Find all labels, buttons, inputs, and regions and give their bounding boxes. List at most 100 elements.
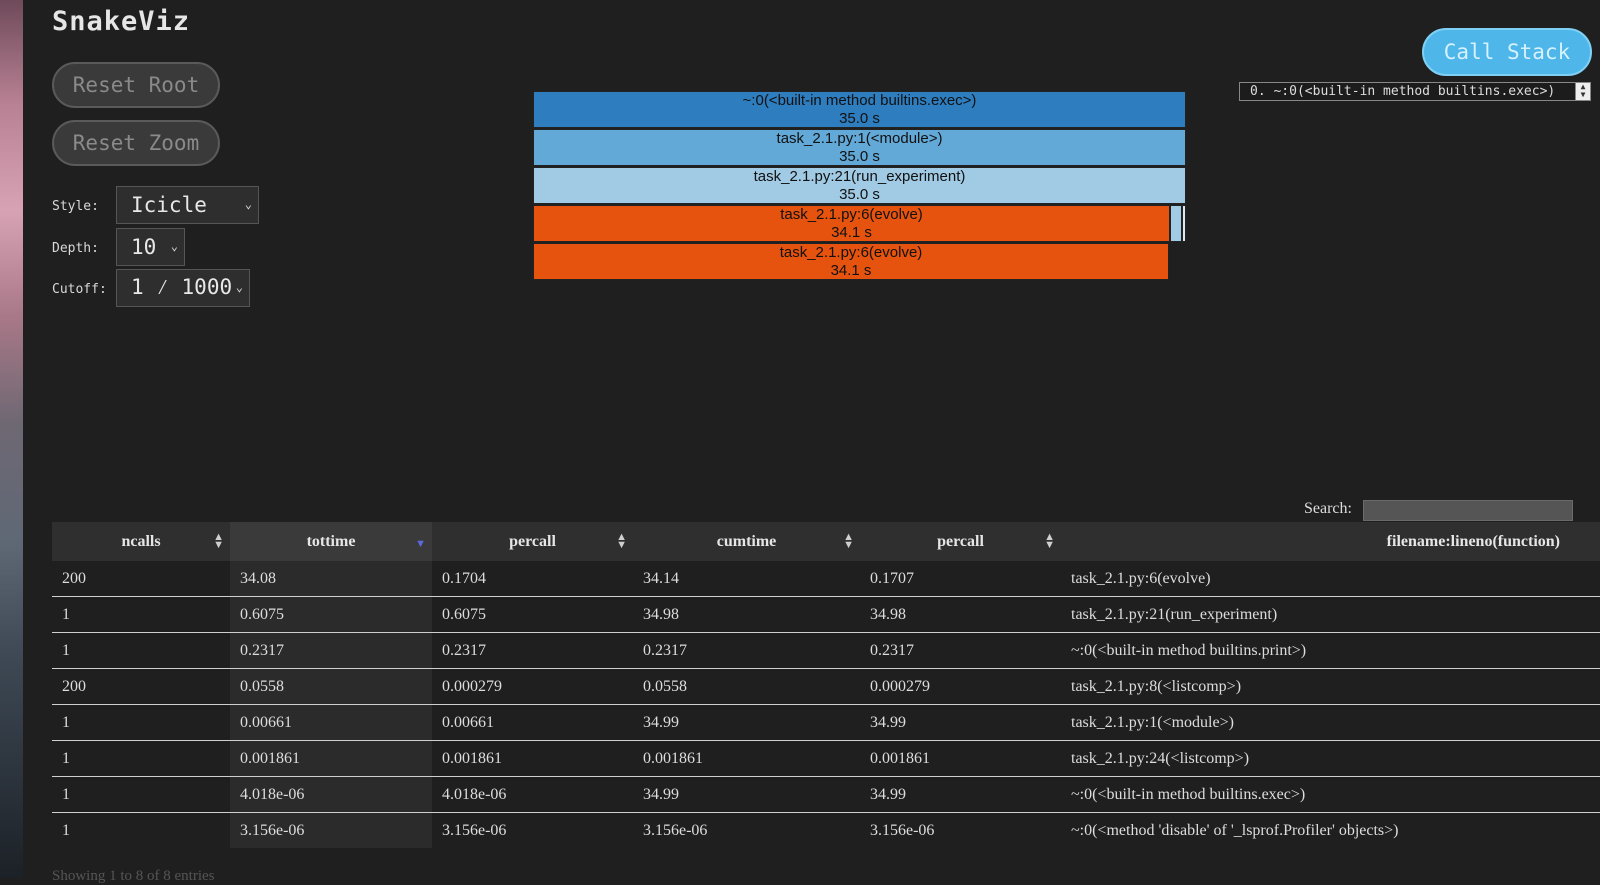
table-cell: task_2.1.py:24(<listcomp>) <box>1061 740 1600 777</box>
stats-table: ncalls ▲ ▼ tottime ▼ percall ▲ ▼ cumtime ▲ ▼ pe… <box>52 522 1600 848</box>
table-cell: 34.99 <box>633 776 860 813</box>
icicle-block[interactable]: task_2.1.py:6(evolve) 34.1 s <box>533 205 1170 242</box>
table-cell: 0.00661 <box>230 704 432 741</box>
table-cell: 0.1707 <box>870 569 914 587</box>
cutoff-select-value: 1 ⁄ 1000 <box>131 275 233 299</box>
table-cell: 1 <box>52 776 230 813</box>
search-input[interactable] <box>1363 500 1573 521</box>
table-cell: 34.99 <box>860 776 1061 813</box>
table-cell: 0.001861 <box>633 740 860 777</box>
icicle-block[interactable]: task_2.1.py:1(<module>) 35.0 s <box>533 129 1186 166</box>
column-header-percall-cum[interactable]: percall ▲ ▼ <box>860 522 1061 561</box>
table-cell: task_2.1.py:21(run_experiment) <box>1061 596 1600 633</box>
call-stack-button[interactable]: Call Stack <box>1422 28 1592 76</box>
table-cell: 1 <box>52 596 230 633</box>
table-cell: 3.156e-06 <box>860 812 1061 848</box>
table-row[interactable]: 1 0.00661 0.00661 34.99 34.99 task_2.1.py:1(<… <box>52 704 1600 741</box>
table-cell: 0.1704 <box>442 569 486 587</box>
icicle-block-small[interactable] <box>1170 205 1182 242</box>
style-label: Style: <box>52 199 99 214</box>
cutoff-label: Cutoff: <box>52 282 107 297</box>
table-info: Showing 1 to 8 of 8 entries <box>52 868 215 884</box>
table-cell: task_2.1.py:6(evolve) <box>1071 569 1211 587</box>
table-cell: 34.99 <box>633 704 860 741</box>
app-title: SnakeViz <box>52 6 191 37</box>
call-stack-select[interactable]: 0. ~:0(<built-in method builtins.exec>) … <box>1239 82 1591 101</box>
table-cell: 0.6075 <box>230 596 432 633</box>
sort-icon: ▲ ▼ <box>843 531 854 551</box>
column-header-filename[interactable]: filename:lineno(function) <box>1061 522 1600 561</box>
table-cell: 0.0558 <box>230 668 432 705</box>
reset-root-button[interactable]: Reset Root <box>52 62 220 108</box>
column-header-percall[interactable]: percall ▲ ▼ <box>432 522 633 561</box>
table-cell: task_2.1.py:8(<listcomp>) <box>1061 668 1600 705</box>
icicle-block-name: task_2.1.py:6(evolve) <box>780 206 923 223</box>
chevron-down-icon: ⌄ <box>170 239 178 253</box>
table-cell: 1 <box>52 812 230 848</box>
table-cell: task_2.1.py:1(<module>) <box>1061 704 1600 741</box>
style-select[interactable]: Icicle ⌄ <box>116 186 259 224</box>
icicle-block-time: 35.0 s <box>839 186 880 203</box>
table-cell: 0.001861 <box>230 740 432 777</box>
table-row[interactable]: 1 3.156e-06 3.156e-06 3.156e-06 3.156e-06 ~:0… <box>52 812 1600 848</box>
sort-icon: ▲ ▼ <box>1044 531 1055 551</box>
table-cell: 0.001861 <box>432 740 633 777</box>
search-label: Search: <box>1304 500 1352 517</box>
call-stack-selected: 0. ~:0(<built-in method builtins.exec>) <box>1250 84 1556 99</box>
table-cell: 3.156e-06 <box>432 812 633 848</box>
table-cell: 4.018e-06 <box>230 776 432 813</box>
depth-select[interactable]: 10 ⌄ <box>116 228 185 266</box>
icicle-block[interactable]: ~:0(<built-in method builtins.exec>) 35.… <box>533 91 1186 128</box>
icicle-block[interactable]: task_2.1.py:6(evolve) 34.1 s <box>533 243 1169 280</box>
style-select-value: Icicle <box>131 193 207 217</box>
table-cell: 0.2317 <box>633 632 860 669</box>
table-cell: 0.2317 <box>860 632 1061 669</box>
depth-select-value: 10 <box>131 235 157 259</box>
table-row[interactable]: 1 0.6075 0.6075 34.98 34.98 task_2.1.py:21(ru… <box>52 596 1600 633</box>
chevron-down-icon: ⌄ <box>235 280 243 294</box>
table-cell: 3.156e-06 <box>633 812 860 848</box>
icicle-block-time: 34.1 s <box>831 224 872 241</box>
sort-desc-icon: ▼ <box>415 538 426 550</box>
column-header-ncalls[interactable]: ncalls ▲ ▼ <box>52 522 230 561</box>
table-row[interactable]: 1 0.2317 0.2317 0.2317 0.2317 ~:0(<built-in m… <box>52 632 1600 669</box>
table-cell: 0.0558 <box>633 668 860 705</box>
table-row[interactable]: 200 34.08 0.1704 34.14 0.1707 task_2.1.py:6(e… <box>52 561 1600 597</box>
table-row[interactable]: 200 0.0558 0.000279 0.0558 0.000279 task_2.1.… <box>52 668 1600 705</box>
table-cell: 34.99 <box>860 704 1061 741</box>
table-cell: ~:0(<method 'disable' of '_lsprof.Profil… <box>1061 812 1600 848</box>
table-cell: 1 <box>52 704 230 741</box>
column-header-cumtime[interactable]: cumtime ▲ ▼ <box>633 522 860 561</box>
depth-label: Depth: <box>52 241 99 256</box>
cutoff-select[interactable]: 1 ⁄ 1000 ⌄ <box>116 269 250 307</box>
table-cell: 0.001861 <box>860 740 1061 777</box>
table-header-row: ncalls ▲ ▼ tottime ▼ percall ▲ ▼ cumtime ▲ ▼ pe… <box>52 522 1600 561</box>
icicle-block-small[interactable] <box>1182 205 1186 242</box>
table-cell: ~:0(<built-in method builtins.print>) <box>1061 632 1600 669</box>
icicle-block-name: task_2.1.py:21(run_experiment) <box>753 168 966 185</box>
icicle-block-name: task_2.1.py:1(<module>) <box>776 130 943 147</box>
table-cell: 0.2317 <box>230 632 432 669</box>
chevron-down-icon: ⌄ <box>244 197 252 211</box>
table-row[interactable]: 1 4.018e-06 4.018e-06 34.99 34.99 ~:0(<built-… <box>52 776 1600 813</box>
table-cell: 0.6075 <box>432 596 633 633</box>
table-cell: 34.98 <box>633 596 860 633</box>
table-cell: 4.018e-06 <box>432 776 633 813</box>
spinner-icon: ▲ ▼ <box>1575 83 1590 100</box>
table-cell: 34.08 <box>230 561 432 597</box>
icicle-block-time: 35.0 s <box>839 148 880 165</box>
table-cell: 200 <box>52 668 230 705</box>
reset-zoom-button[interactable]: Reset Zoom <box>52 120 220 166</box>
desktop-background-strip <box>0 0 23 878</box>
table-cell: ~:0(<built-in method builtins.exec>) <box>1061 776 1600 813</box>
table-cell: 1 <box>52 740 230 777</box>
table-cell: 34.14 <box>643 569 679 587</box>
icicle-block-time: 34.1 s <box>830 262 872 279</box>
table-cell: 200 <box>62 569 86 587</box>
icicle-block[interactable]: task_2.1.py:21(run_experiment) 35.0 s <box>533 167 1186 204</box>
table-cell: 0.000279 <box>860 668 1061 705</box>
table-cell: 34.98 <box>860 596 1061 633</box>
table-row[interactable]: 1 0.001861 0.001861 0.001861 0.001861 task_2.… <box>52 740 1600 777</box>
table-cell: 0.000279 <box>432 668 633 705</box>
column-header-tottime[interactable]: tottime ▼ <box>230 522 432 561</box>
